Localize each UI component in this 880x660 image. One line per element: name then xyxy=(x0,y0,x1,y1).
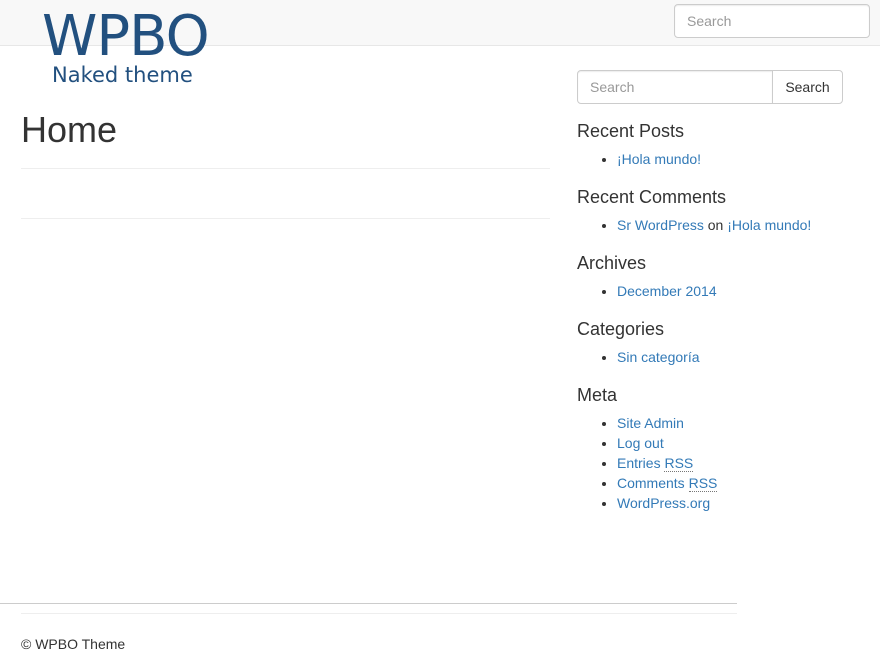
comment-author-link[interactable]: Sr WordPress xyxy=(617,217,704,233)
category-link[interactable]: Sin categoría xyxy=(617,349,700,365)
content-divider xyxy=(21,218,550,219)
widget-archives: Archives December 2014 xyxy=(577,252,857,301)
widget-meta: Meta Site Admin Log out Entries RSS Comm… xyxy=(577,384,857,513)
comment-on-text: on xyxy=(707,217,724,233)
rss-abbr: RSS xyxy=(664,455,694,472)
widget-categories: Categories Sin categoría xyxy=(577,318,857,367)
site-tagline: Naked theme xyxy=(52,63,193,87)
comments-rss-link[interactable]: Comments RSS xyxy=(617,475,718,492)
main-content: Home xyxy=(21,100,550,160)
widget-title: Recent Comments xyxy=(577,187,727,207)
log-out-link[interactable]: Log out xyxy=(617,435,664,451)
widget-recent-comments: Recent Comments Sr WordPress on ¡Hola mu… xyxy=(577,186,857,235)
list-item: Entries RSS xyxy=(617,453,857,473)
wordpress-org-link[interactable]: WordPress.org xyxy=(617,495,710,511)
recent-post-link[interactable]: ¡Hola mundo! xyxy=(617,151,701,167)
widget-title: Categories xyxy=(577,319,665,339)
list-item: December 2014 xyxy=(617,281,857,301)
list-item: Comments RSS xyxy=(617,473,857,493)
widget-title: Recent Posts xyxy=(577,121,685,141)
widget-title: Archives xyxy=(577,253,647,273)
footer-divider xyxy=(0,603,737,604)
comments-rss-prefix: Comments xyxy=(617,475,689,491)
comment-post-link[interactable]: ¡Hola mundo! xyxy=(727,217,811,233)
list-item: Sin categoría xyxy=(617,347,857,367)
list-item: Log out xyxy=(617,433,857,453)
list-item: Sr WordPress on ¡Hola mundo! xyxy=(617,215,857,235)
site-admin-link[interactable]: Site Admin xyxy=(617,415,684,431)
footer-divider-inner xyxy=(21,613,737,614)
list-item: Site Admin xyxy=(617,413,857,433)
sidebar-search-input[interactable] xyxy=(577,70,773,104)
list-item: WordPress.org xyxy=(617,493,857,513)
list-item: ¡Hola mundo! xyxy=(617,149,857,169)
navbar-search-input[interactable] xyxy=(674,4,870,38)
entries-rss-link[interactable]: Entries RSS xyxy=(617,455,694,472)
entries-rss-prefix: Entries xyxy=(617,455,665,471)
site-title[interactable]: WPBO xyxy=(42,4,210,70)
widget-recent-posts: Recent Posts ¡Hola mundo! xyxy=(577,120,857,169)
archive-link[interactable]: December 2014 xyxy=(617,283,717,299)
footer-copyright: © WPBO Theme xyxy=(21,636,126,652)
title-divider xyxy=(21,168,550,169)
sidebar-search-button[interactable]: Search xyxy=(772,70,843,104)
page-title: Home xyxy=(21,109,118,150)
widget-title: Meta xyxy=(577,385,618,405)
rss-abbr: RSS xyxy=(688,475,718,492)
